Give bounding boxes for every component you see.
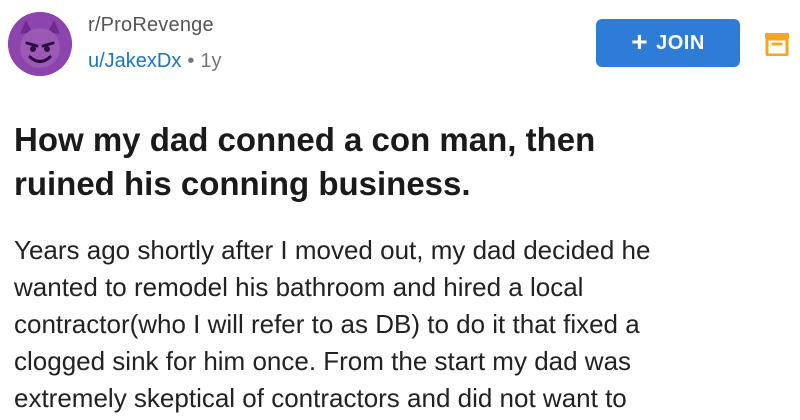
post-body-line: extremely skeptical of contractors and d…	[14, 383, 627, 413]
subreddit-link[interactable]: r/ProRevenge	[88, 12, 222, 38]
reddit-post: r/ProRevenge u/JakexDx • 1y + JOIN How my …	[0, 0, 800, 420]
join-button[interactable]: + JOIN	[596, 19, 740, 67]
post-title[interactable]: How my dad conned a con man, then ruined…	[14, 118, 774, 206]
post-age: 1y	[200, 50, 222, 72]
post-title-line: ruined his conning business.	[14, 165, 471, 202]
post-body-line: wanted to remodel his bathroom and hired…	[14, 272, 584, 302]
author-line: u/JakexDx • 1y	[88, 48, 222, 74]
post-header: r/ProRevenge u/JakexDx • 1y + JOIN	[0, 0, 800, 90]
subreddit-avatar	[8, 12, 72, 76]
join-button-label: JOIN	[656, 31, 705, 54]
save-icon-graphic	[765, 33, 789, 56]
bookmark-save-icon[interactable]	[764, 30, 790, 56]
post-body: Years ago shortly after I moved out, my …	[14, 232, 794, 417]
devil-face-icon[interactable]	[8, 12, 72, 76]
meta-separator: •	[187, 50, 195, 72]
post-title-line: How my dad conned a con man, then	[14, 121, 596, 158]
post-body-line: contractor(who I will refer to as DB) to…	[14, 309, 640, 339]
plus-icon: +	[631, 26, 649, 57]
post-meta: r/ProRevenge u/JakexDx • 1y	[88, 12, 222, 74]
author-link[interactable]: u/JakexDx	[88, 50, 181, 72]
post-body-line: clogged sink for him once. From the star…	[14, 346, 632, 376]
post-body-line: Years ago shortly after I moved out, my …	[14, 235, 651, 265]
